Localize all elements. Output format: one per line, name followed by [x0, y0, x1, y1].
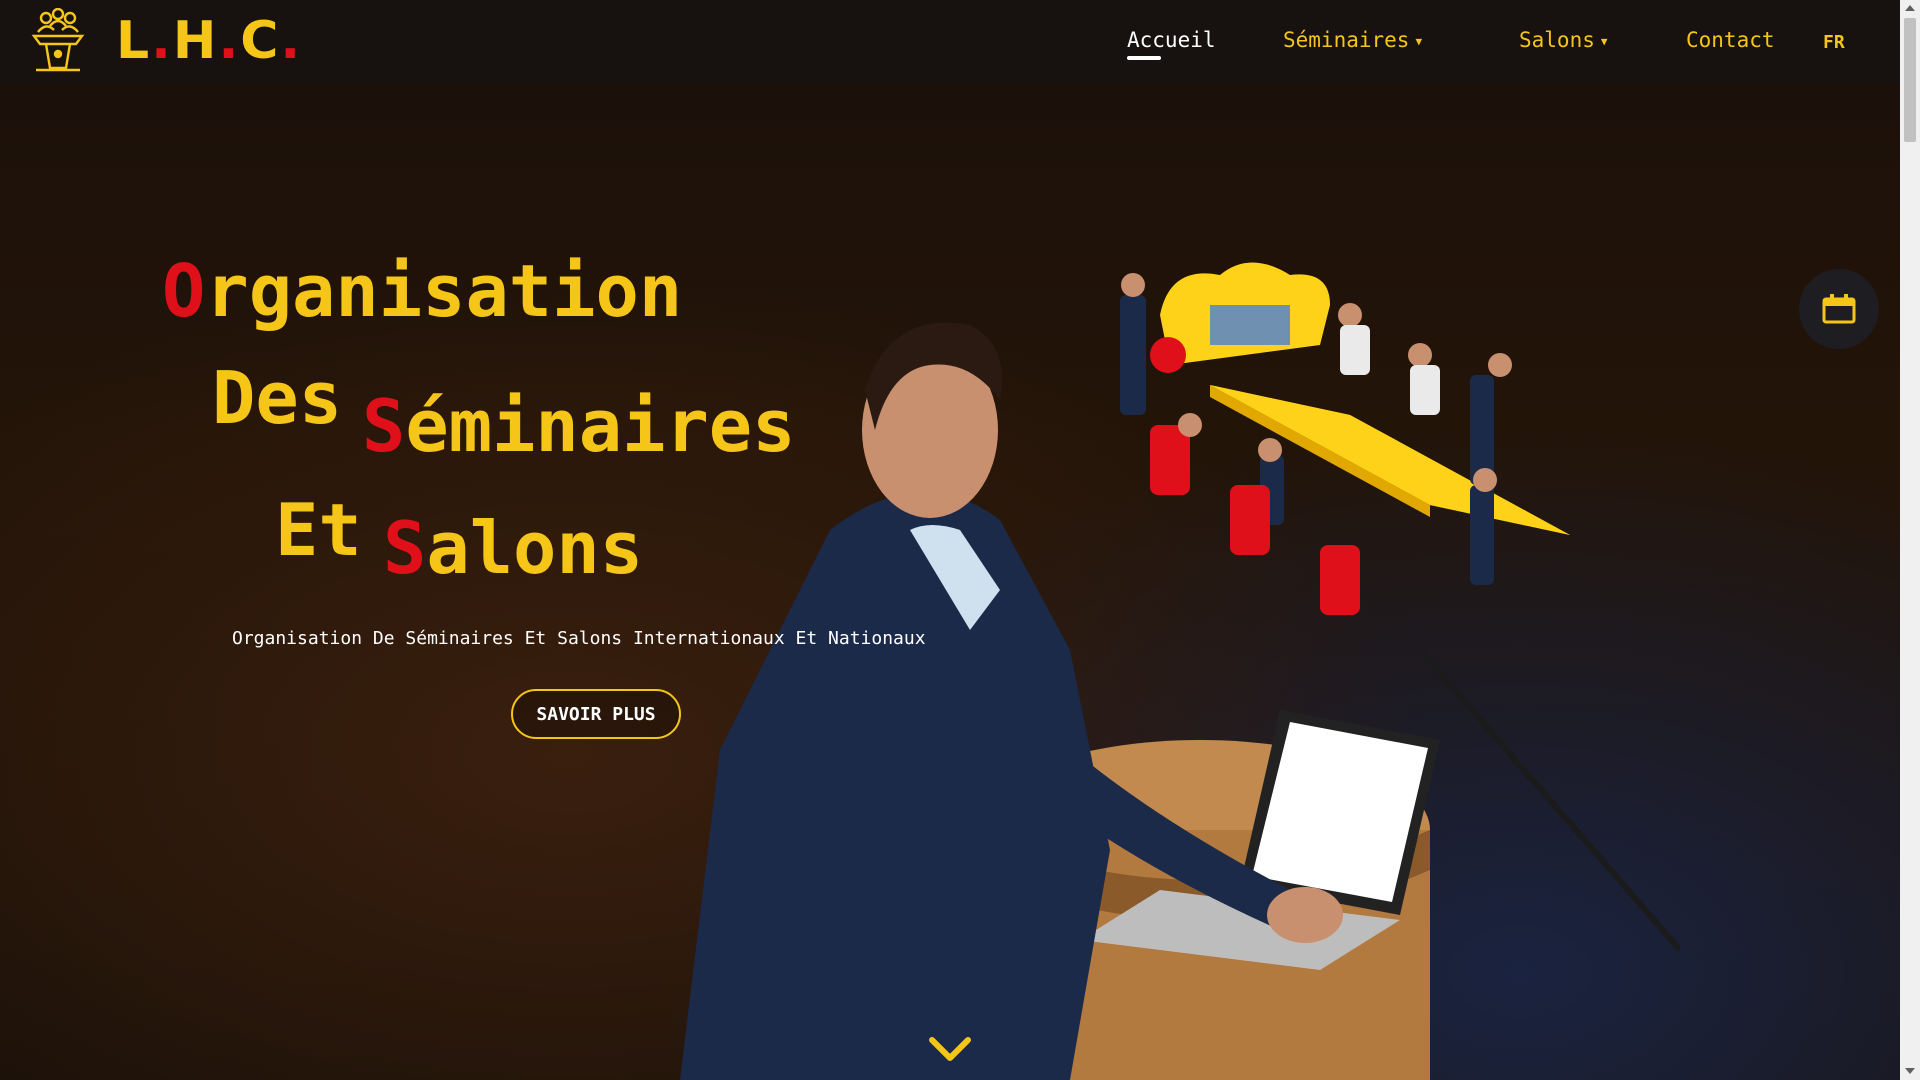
language-label: FR [1823, 32, 1845, 53]
nav-contact-label: Contact [1686, 28, 1775, 52]
hero-subtitle: Organisation De Séminaires Et Salons Int… [232, 628, 926, 649]
brand-logo[interactable]: L.H.C. [26, 8, 302, 74]
scroll-down-arrow-icon[interactable] [1905, 1068, 1915, 1074]
nav-home-label: Accueil [1127, 28, 1216, 52]
chevron-down-icon[interactable] [928, 1034, 972, 1064]
savoir-plus-label: SAVOIR PLUS [536, 703, 656, 725]
nav-home[interactable]: Accueil [1127, 28, 1216, 60]
hero-title-line1: Organisation [162, 249, 683, 333]
active-indicator [1127, 56, 1161, 60]
page: L.H.C. Accueil Séminaires ▼ Salons ▼ Conta… [0, 0, 1900, 1080]
nav-salons[interactable]: Salons ▼ [1519, 28, 1607, 52]
nav-seminars[interactable]: Séminaires ▼ [1283, 28, 1422, 52]
scroll-up-arrow-icon[interactable] [1905, 5, 1915, 11]
caret-down-icon: ▼ [1600, 34, 1608, 48]
hero-title-line2: Séminaires [362, 384, 796, 468]
nav-salons-label: Salons [1519, 28, 1595, 52]
caret-down-icon: ▼ [1415, 34, 1423, 48]
calendar-button[interactable] [1799, 269, 1879, 349]
hero-title-line2-word: Des [212, 356, 343, 440]
calendar-icon [1822, 294, 1856, 324]
navbar: L.H.C. Accueil Séminaires ▼ Salons ▼ Conta… [0, 0, 1900, 84]
nav-contact[interactable]: Contact [1686, 28, 1775, 52]
hero-title-line3-word: Et [275, 488, 362, 572]
nav-seminars-label: Séminaires [1283, 28, 1410, 52]
language-switch[interactable]: FR [1823, 32, 1845, 53]
podium-people-logo-icon [31, 8, 85, 72]
scrollbar-thumb[interactable] [1904, 18, 1916, 142]
brand-name: L.H.C. [116, 11, 303, 71]
savoir-plus-button[interactable]: SAVOIR PLUS [511, 689, 681, 739]
vertical-scrollbar[interactable] [1900, 0, 1920, 1080]
meeting-illustration [1120, 262, 1570, 615]
hero-title-line3: Salons [383, 506, 644, 590]
